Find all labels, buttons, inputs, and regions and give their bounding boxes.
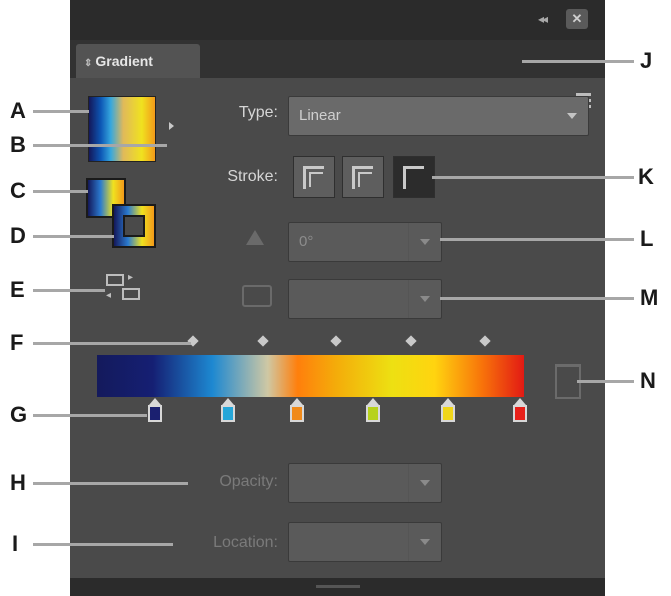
callout-h: H (10, 470, 26, 495)
callout-line (440, 238, 634, 241)
tab-row: ⇕ Gradient (70, 40, 605, 108)
apply-along-stroke-button[interactable] (342, 156, 384, 198)
chevron-down-icon[interactable] (556, 97, 588, 135)
panel-titlebar: ◂◂ ✕ (70, 0, 605, 40)
gradient-slider[interactable] (97, 355, 524, 397)
tab-label: Gradient (95, 53, 153, 69)
angle-dropdown[interactable]: 0° (288, 222, 442, 262)
callout-line (33, 144, 167, 147)
location-label: Location: (213, 534, 278, 551)
callout-c: C (10, 178, 26, 203)
aspect-dropdown[interactable] (288, 279, 442, 319)
type-dropdown[interactable]: Linear (288, 96, 589, 136)
type-label: Type: (238, 104, 278, 121)
angle-value: 0° (299, 233, 314, 250)
chevron-down-icon[interactable] (408, 464, 441, 502)
location-dropdown[interactable] (288, 522, 442, 562)
opacity-dropdown[interactable] (288, 463, 442, 503)
callout-f: F (10, 330, 24, 355)
callout-line (522, 60, 634, 63)
expand-arrows-icon[interactable]: ⇕ (84, 58, 92, 69)
callout-d: D (10, 223, 26, 248)
apply-within-stroke-button[interactable] (293, 156, 335, 198)
gradient-swatch[interactable] (88, 96, 156, 162)
stroke-label: Stroke: (227, 168, 278, 185)
callout-b: B (10, 132, 26, 157)
reverse-gradient-icon[interactable]: ▸ ◂ (104, 272, 142, 304)
callout-a: A (10, 98, 26, 123)
callout-line (33, 190, 88, 193)
callout-i: I (12, 531, 19, 556)
type-value: Linear (299, 107, 341, 124)
callout-m: M (640, 285, 659, 310)
color-stop[interactable] (290, 398, 304, 424)
callout-k: K (638, 164, 654, 189)
callout-line (33, 543, 173, 546)
stroke-gradient-icon[interactable] (112, 204, 156, 248)
color-stop[interactable] (221, 398, 235, 424)
color-stop[interactable] (513, 398, 527, 424)
callout-line (33, 235, 114, 238)
aspect-ratio-icon (242, 285, 272, 307)
callout-n: N (640, 368, 656, 393)
callout-l: L (640, 226, 654, 251)
callout-line (33, 482, 188, 485)
swatch-dropdown-icon[interactable] (169, 122, 174, 130)
callout-line (33, 342, 191, 345)
close-icon[interactable]: ✕ (566, 9, 588, 29)
panel-resize-strip[interactable] (70, 578, 605, 596)
tab-gradient[interactable]: ⇕ Gradient (76, 44, 200, 78)
callout-e: E (10, 277, 25, 302)
chevron-down-icon[interactable] (408, 523, 441, 561)
color-stop[interactable] (366, 398, 380, 424)
chevron-down-icon[interactable] (408, 280, 441, 318)
callout-j: J (640, 48, 653, 73)
callout-line (33, 414, 147, 417)
apply-across-stroke-button[interactable] (393, 156, 435, 198)
callout-line (432, 176, 634, 179)
callout-g: G (10, 402, 28, 427)
callout-line (33, 289, 105, 292)
callout-line (33, 110, 89, 113)
color-stop[interactable] (148, 398, 162, 424)
color-stop[interactable] (441, 398, 455, 424)
callout-line (577, 380, 634, 383)
double-chevron-right-icon[interactable]: ◂◂ (538, 12, 548, 26)
callout-line (440, 297, 634, 300)
angle-icon (246, 230, 264, 245)
chevron-down-icon[interactable] (408, 223, 441, 261)
